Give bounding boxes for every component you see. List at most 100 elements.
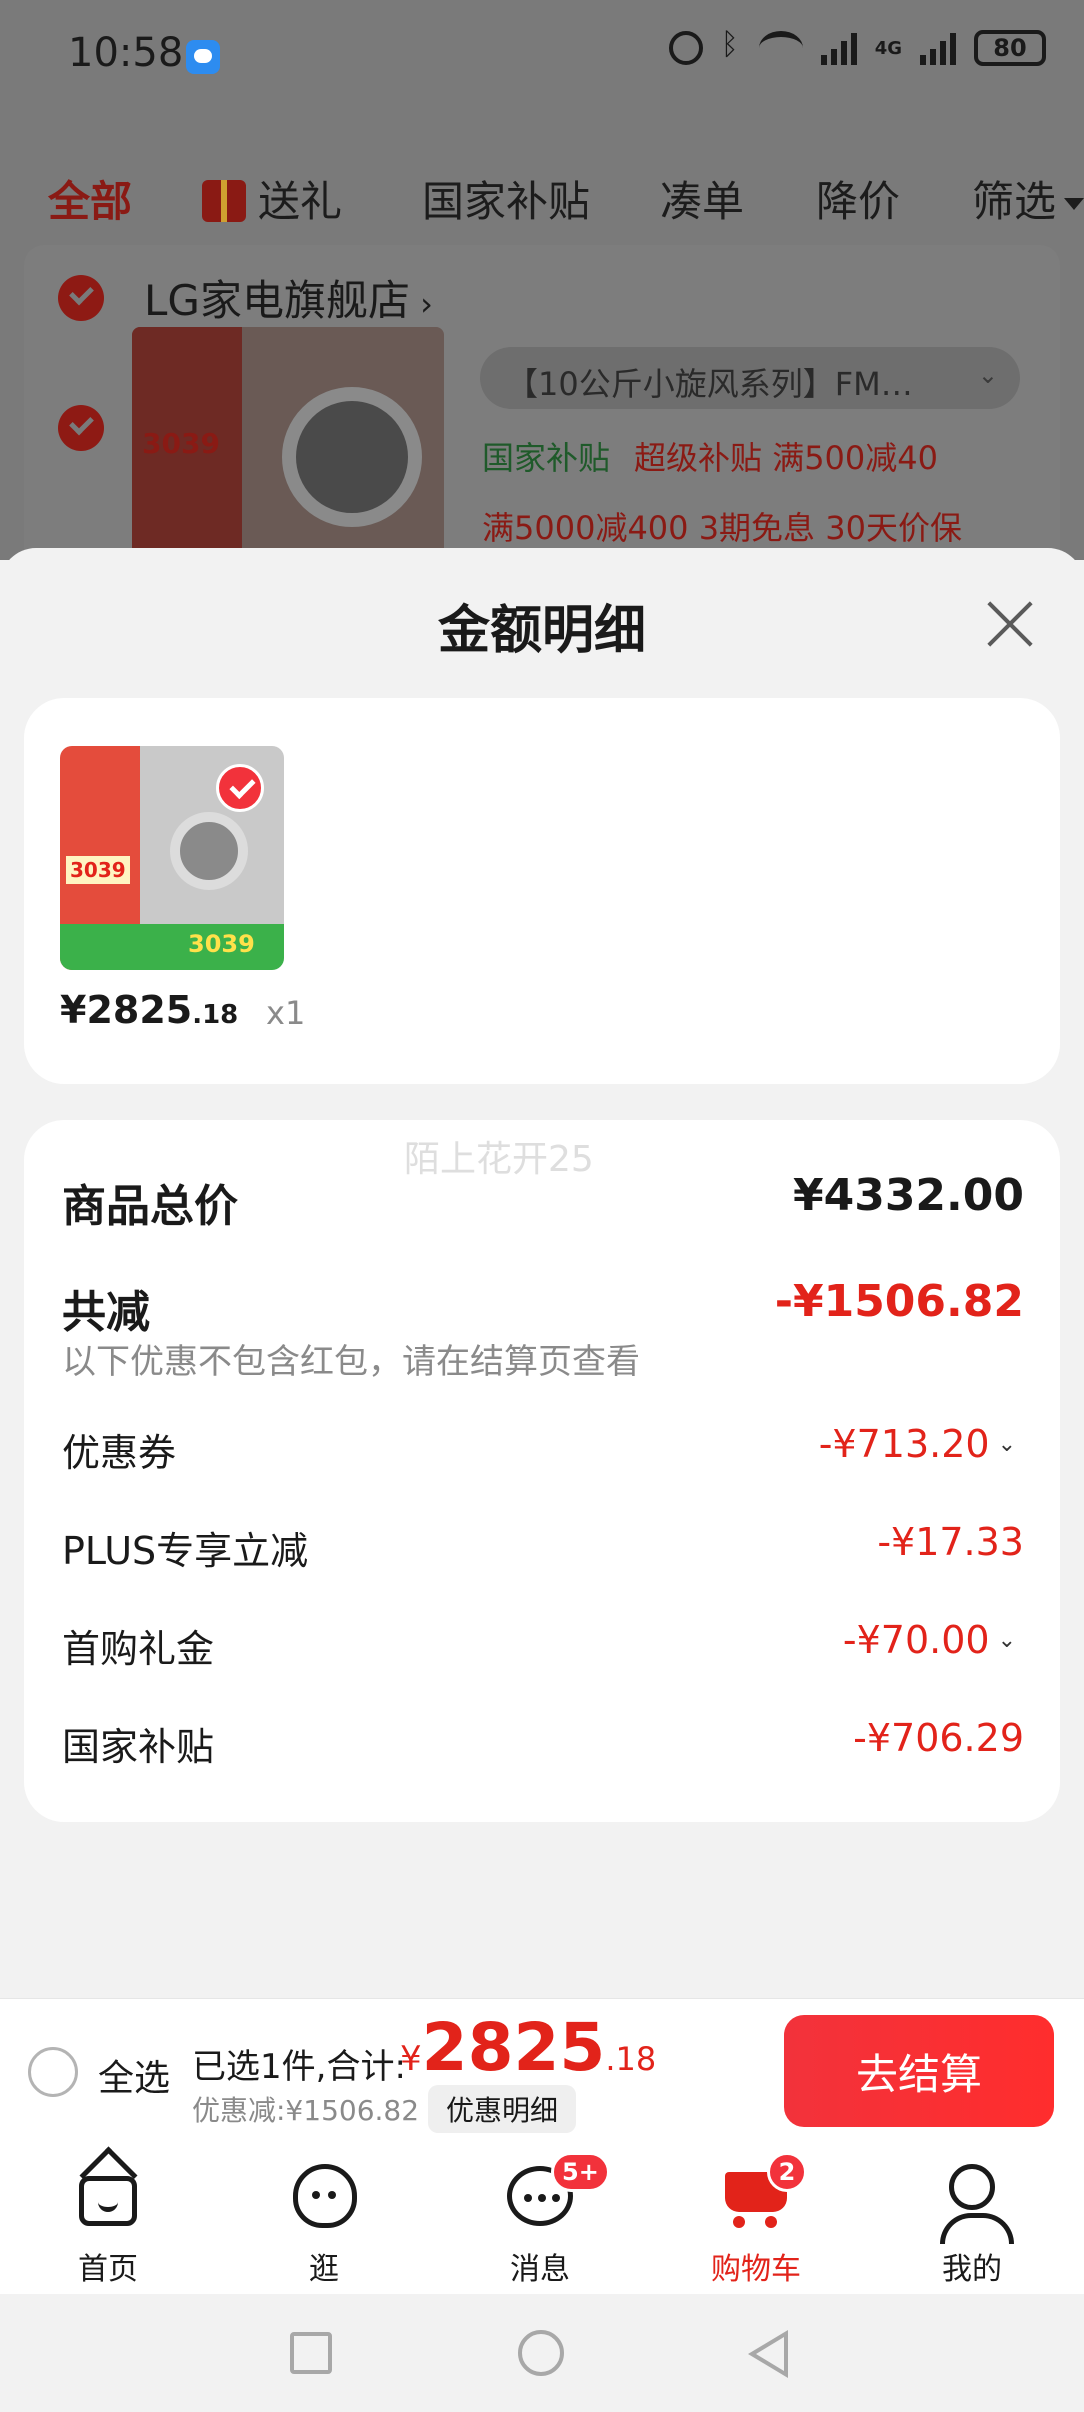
nav-messages-label: 消息 <box>510 2252 570 2287</box>
status-bar: 10:58 4G 80 <box>0 0 1084 110</box>
nav-cart-label: 购物车 <box>711 2252 801 2287</box>
item-checkbox[interactable] <box>58 405 104 451</box>
browse-icon <box>293 2164 357 2228</box>
back-icon[interactable] <box>748 2330 788 2378</box>
status-icons: 4G 80 <box>668 27 1046 66</box>
product-thumbnail[interactable]: 3039 3039 <box>60 746 284 970</box>
wifi-icon <box>758 31 803 65</box>
filter-tabs: 全部 送礼 国家补贴 凑单 降价 筛选 <box>0 150 1084 240</box>
user-icon <box>940 2164 1014 2244</box>
first-gift-value[interactable]: -¥70.00 ⌄ <box>843 1618 1016 1662</box>
total-dec: .18 <box>605 2040 657 2078</box>
tab-filter-label: 筛选 <box>972 177 1057 226</box>
promo-line: 满5000减400 3期免息 30天价保 <box>482 509 962 547</box>
variant-selector[interactable]: 【10公斤小旋风系列】FM… ⌄ <box>480 347 1020 409</box>
store-checkbox[interactable] <box>58 275 104 321</box>
total-value: ¥4332.00 <box>792 1170 1024 1221</box>
selected-check-icon <box>216 764 264 812</box>
price-detail-card: 陌上花开25 商品总价 ¥4332.00 共减 -¥1506.82 以下优惠不包… <box>24 1120 1060 1822</box>
amount-detail-sheet: 金额明细 3039 3039 ¥2825.18 x1 陌上花开25 商品总价 ¥… <box>0 548 1084 1998</box>
product-qty: x1 <box>266 994 306 1032</box>
status-time: 10:58 <box>68 30 184 76</box>
variant-label: 【10公斤小旋风系列】FM… <box>506 365 913 403</box>
coupon-value[interactable]: -¥713.20 ⌄ <box>819 1422 1016 1466</box>
network-type: 4G <box>874 37 902 59</box>
product-card: 3039 3039 ¥2825.18 x1 <box>24 698 1060 1084</box>
home-icon <box>79 2176 137 2226</box>
total-amount: ¥2825.18 <box>400 2009 656 2086</box>
discount-text: 优惠减:¥1506.82 <box>192 2094 420 2127</box>
tab-all[interactable]: 全部 <box>48 168 132 229</box>
bottom-nav: 首页 逛 5+ 消息 2 购物车 我的 <box>0 2144 1084 2294</box>
plus-label: PLUS专享立减 <box>62 1529 309 1573</box>
nav-messages[interactable]: 5+ 消息 <box>460 2152 620 2288</box>
nav-me-icon-wrap <box>937 2162 1014 2244</box>
nav-me-label: 我的 <box>942 2252 1002 2287</box>
nav-cart-icon-wrap: 2 <box>721 2152 807 2232</box>
select-all-radio[interactable] <box>28 2047 78 2097</box>
nav-browse-label: 逛 <box>309 2252 339 2287</box>
close-icon[interactable] <box>984 598 1036 650</box>
signal-icon <box>820 31 857 65</box>
subsidy-value: -¥706.29 <box>853 1716 1024 1760</box>
nav-browse[interactable]: 逛 <box>244 2162 404 2288</box>
tab-price-drop[interactable]: 降价 <box>816 168 900 229</box>
gift-icon <box>202 180 246 222</box>
tab-filter[interactable]: 筛选 <box>972 168 1084 229</box>
subsidy-tag: 国家补贴 <box>482 439 611 477</box>
thumb-washer <box>282 387 422 527</box>
signal-icon-2 <box>920 31 956 65</box>
subsidy-label: 国家补贴 <box>62 1725 215 1769</box>
total-label: 商品总价 <box>62 1181 238 1232</box>
price-dec: .18 <box>192 1000 239 1030</box>
reduce-note: 以下优惠不包含红包，请在结算页查看 <box>62 1342 640 1382</box>
store-name[interactable]: LG家电旗舰店 › <box>144 267 433 328</box>
nav-home[interactable]: 首页 <box>28 2162 188 2288</box>
select-all-label[interactable]: 全选 <box>98 2049 170 2101</box>
messages-badge: 5+ <box>551 2152 610 2192</box>
total-int: 2825 <box>421 2009 606 2086</box>
cart-badge: 2 <box>767 2152 807 2192</box>
plus-value: -¥17.33 <box>877 1520 1024 1564</box>
tab-bundle[interactable]: 凑单 <box>660 168 744 229</box>
tab-gift-label: 送礼 <box>258 177 343 226</box>
super-subsidy-tag: 超级补贴 满500减40 <box>634 439 938 477</box>
nav-messages-icon-wrap: 5+ <box>505 2152 610 2232</box>
alarm-icon <box>668 31 703 65</box>
store-name-label: LG家电旗舰店 <box>144 276 410 325</box>
item-tags: 国家补贴 超级补贴 满500减40 <box>482 433 938 479</box>
chevron-right-icon: › <box>409 285 433 323</box>
home-button-icon[interactable] <box>518 2330 564 2376</box>
discount-detail-button[interactable]: 优惠明细 <box>428 2085 577 2133</box>
chevron-down-icon: ⌄ <box>997 1432 1016 1457</box>
nav-cart[interactable]: 2 购物车 <box>676 2152 836 2288</box>
tab-subsidy[interactable]: 国家补贴 <box>422 168 590 229</box>
cart-page-background: 全部 送礼 国家补贴 凑单 降价 筛选 LG家电旗舰店 › 3039 【10公斤… <box>0 110 1084 627</box>
price-int: 2825 <box>86 988 193 1032</box>
thumb-price: 3039 <box>66 856 130 884</box>
system-nav-bar <box>0 2294 1084 2412</box>
reduce-label: 共减 <box>62 1287 150 1338</box>
nav-me[interactable]: 我的 <box>892 2162 1052 2288</box>
message-notification-icon <box>186 40 220 74</box>
thumb-washer <box>170 812 248 890</box>
total-currency: ¥ <box>400 2039 422 2079</box>
battery-level: 80 <box>974 30 1046 66</box>
first-gift-label: 首购礼金 <box>62 1627 215 1671</box>
selected-summary: 已选1件,合计: <box>192 2047 406 2087</box>
chevron-down-icon: ⌄ <box>997 1628 1016 1653</box>
filter-arrow-icon <box>1064 198 1084 210</box>
sheet-title: 金额明细 <box>437 601 646 661</box>
recents-icon[interactable] <box>290 2332 332 2374</box>
chevron-down-icon: ⌄ <box>977 361 998 389</box>
checkout-button[interactable]: 去结算 <box>784 2015 1054 2127</box>
tab-gift[interactable]: 送礼 <box>202 168 342 229</box>
thumb-green-strip: 3039 <box>60 924 284 970</box>
bluetooth-icon <box>721 27 741 65</box>
watermark: 陌上花开25 <box>404 1139 594 1180</box>
nav-home-label: 首页 <box>78 2252 138 2287</box>
checkout-bar: 全选 已选1件,合计: ¥2825.18 优惠减:¥1506.82 优惠明细 去… <box>0 1998 1084 2144</box>
coupon-amount: -¥713.20 <box>818 1422 990 1466</box>
reduce-value: -¥1506.82 <box>774 1276 1024 1327</box>
product-price: ¥2825.18 <box>60 988 238 1032</box>
